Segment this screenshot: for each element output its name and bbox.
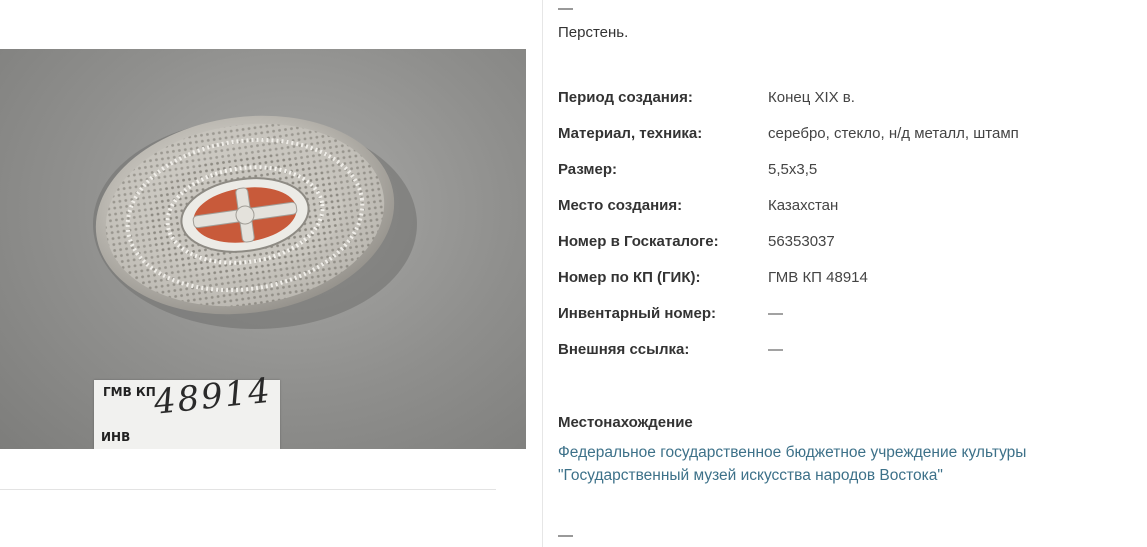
property-row: Период создания: Конец XIX в. <box>558 89 1118 125</box>
property-row: Внешняя ссылка: — <box>558 341 1118 377</box>
property-row: Инвентарный номер: — <box>558 305 1118 341</box>
tag-inv-label: ИНВ <box>101 430 131 444</box>
property-row: Номер в Госкаталоге: 56353037 <box>558 233 1118 269</box>
property-key: Внешняя ссылка: <box>558 341 690 358</box>
property-value: 5,5х3,5 <box>768 161 818 178</box>
museum-link[interactable]: Федеральное государственное бюджетное уч… <box>558 441 1118 487</box>
property-value: 56353037 <box>768 233 835 250</box>
property-value: серебро, стекло, н/д металл, штамп <box>768 125 1019 142</box>
property-value: ГМВ КП 48914 <box>768 269 868 286</box>
property-value: Казахстан <box>768 197 839 214</box>
museum-link-line1: Федеральное государственное бюджетное уч… <box>558 444 1027 461</box>
property-value: Конец XIX в. <box>768 89 855 106</box>
item-title: Перстень. <box>558 24 629 41</box>
property-key: Период создания: <box>558 89 693 106</box>
museum-link-line2: "Государственный музей искусства народов… <box>558 467 943 484</box>
page: ГМВ КП 48914 ИНВ — Перстень. Период созд… <box>0 0 1147 547</box>
property-row: Номер по КП (ГИК): ГМВ КП 48914 <box>558 269 1118 305</box>
property-row: Материал, техника: серебро, стекло, н/д … <box>558 125 1118 161</box>
property-row: Место создания: Казахстан <box>558 197 1118 233</box>
property-value: — <box>768 305 783 322</box>
property-key: Номер в Госкаталоге: <box>558 233 719 250</box>
property-key: Инвентарный номер: <box>558 305 716 322</box>
location-heading: Местонахождение <box>558 414 693 431</box>
property-key: Размер: <box>558 161 618 178</box>
property-key: Место создания: <box>558 197 683 214</box>
properties-list: Период создания: Конец XIX в. Материал, … <box>558 89 1118 377</box>
property-key: Номер по КП (ГИК): <box>558 269 701 286</box>
tag-kp-label: ГМВ КП <box>103 385 156 399</box>
property-key: Материал, техника: <box>558 125 703 142</box>
footer-dash: — <box>558 527 573 544</box>
column-divider <box>542 0 543 547</box>
left-divider <box>0 489 496 490</box>
inventory-tag: ГМВ КП 48914 ИНВ <box>94 371 280 449</box>
header-dash: — <box>558 0 573 17</box>
property-row: Размер: 5,5х3,5 <box>558 161 1118 197</box>
property-value: — <box>768 341 783 358</box>
object-photo[interactable]: ГМВ КП 48914 ИНВ <box>0 49 526 449</box>
